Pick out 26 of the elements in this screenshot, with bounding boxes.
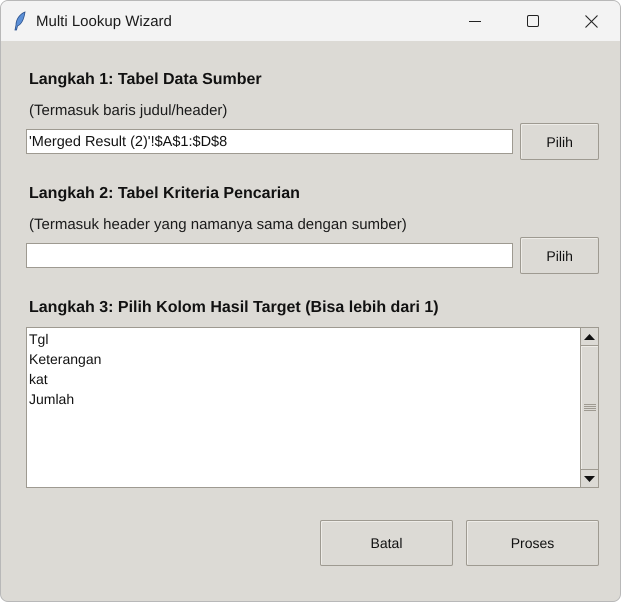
process-button[interactable]: Proses (466, 520, 599, 566)
column-listbox[interactable]: Tgl Keterangan kat Jumlah (26, 327, 582, 488)
down-arrow-icon (584, 476, 596, 482)
up-arrow-icon (584, 334, 596, 340)
cancel-button[interactable]: Batal (320, 520, 453, 566)
grip-icon (584, 404, 596, 411)
close-icon (584, 14, 598, 28)
window-title: Multi Lookup Wizard (36, 12, 172, 30)
step-heading: Langkah 2: Tabel Kriteria Pencarian (29, 185, 300, 203)
column-list-item[interactable]: Keterangan (27, 349, 104, 369)
step-hint: (Termasuk baris judul/header) (29, 102, 228, 120)
scrollbar[interactable] (581, 327, 599, 488)
column-list-item[interactable]: kat (27, 369, 51, 389)
feather-icon (14, 11, 26, 31)
column-list-item[interactable]: Tgl (27, 329, 52, 349)
range-field[interactable] (26, 243, 514, 268)
step-heading: Langkah 1: Tabel Data Sumber (29, 71, 262, 89)
minimize-icon (469, 20, 481, 22)
range-field[interactable]: 'Merged Result (2)'!$A$1:$D$8 (26, 129, 514, 154)
step-heading: Langkah 3: Pilih Kolom Hasil Target (Bisa lebih dari 1) (29, 299, 439, 317)
step-hint: (Termasuk header yang namanya sama dengan sumber) (29, 216, 407, 234)
scroll-thumb[interactable] (581, 346, 598, 469)
pick-button[interactable]: Pilih (520, 123, 599, 160)
maximize-icon (527, 15, 539, 27)
pick-button[interactable]: Pilih (520, 237, 599, 274)
column-list-item[interactable]: Jumlah (27, 389, 78, 409)
